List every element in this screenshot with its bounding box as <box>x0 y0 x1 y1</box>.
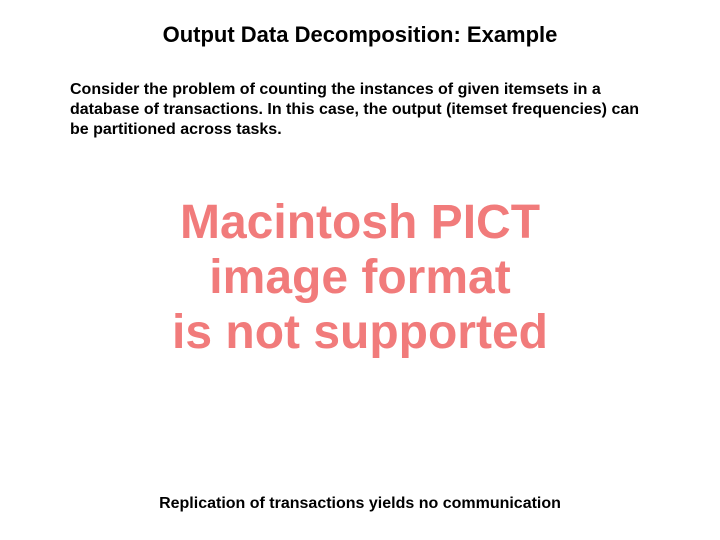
slide: Output Data Decomposition: Example Consi… <box>0 0 720 540</box>
pict-placeholder-line-1: Macintosh PICT <box>0 195 720 250</box>
slide-body-text: Consider the problem of counting the ins… <box>70 80 660 140</box>
slide-title: Output Data Decomposition: Example <box>0 22 720 48</box>
slide-footer-text: Replication of transactions yields no co… <box>0 495 720 513</box>
pict-placeholder-line-3: is not supported <box>0 305 720 360</box>
pict-placeholder-line-2: image format <box>0 250 720 305</box>
pict-placeholder: Macintosh PICT image format is not suppo… <box>0 195 720 361</box>
